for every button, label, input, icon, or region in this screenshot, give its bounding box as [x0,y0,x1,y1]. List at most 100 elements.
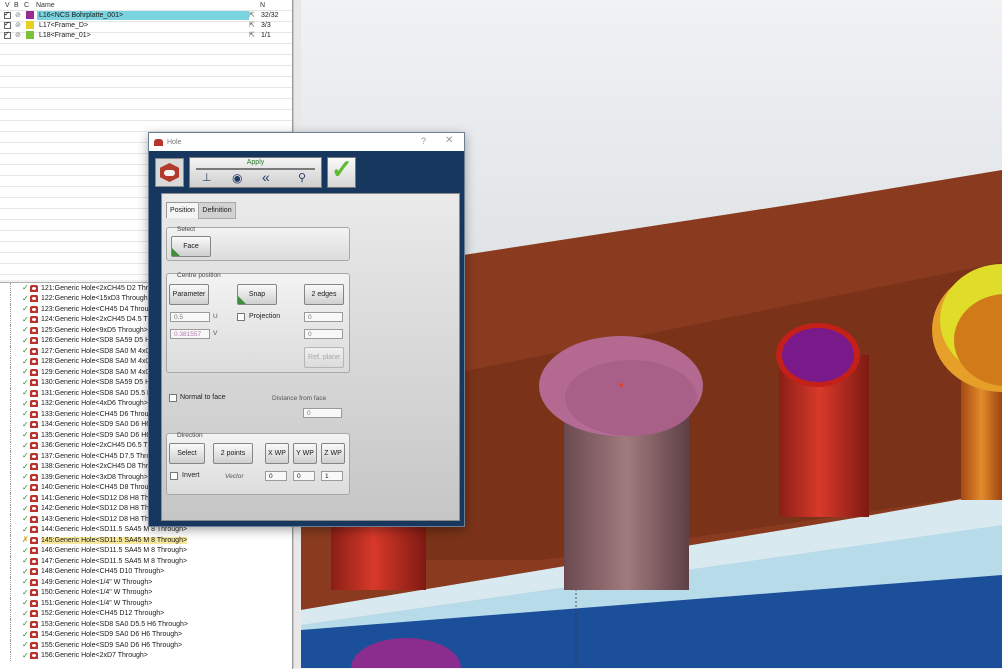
tree-connector [10,451,22,462]
z-wp-button[interactable]: Z WP [321,443,345,464]
tree-item-label: 150:Generic Hole<1/4" W Through> [41,589,153,597]
offset-field-a[interactable]: 0 [304,312,343,322]
direction-select-button[interactable]: Select [169,443,205,464]
vector-x-field[interactable]: 0 [265,471,287,481]
y-wp-button[interactable]: Y WP [293,443,317,464]
visible-checkbox[interactable] [4,20,11,29]
lock-icon[interactable]: ⊘ [15,22,23,29]
ok-check-icon: ✓ [22,461,29,471]
tree-item[interactable]: ✗ 145:Generic Hole<SD11.5 SA45 M 8 Throug… [0,535,292,546]
parameter-button[interactable]: Parameter [169,284,209,305]
tab-definition[interactable]: Definition [198,202,236,219]
layer-color-swatch[interactable] [26,21,34,29]
tab-position[interactable]: Position [166,202,199,218]
hole-feature-icon [30,389,38,397]
tree-item[interactable]: ✓ 153:Generic Hole<SD8 SA0 D5.5 H6 Throug… [0,619,292,630]
ok-button[interactable]: ✓ [327,154,356,188]
close-icon[interactable]: ✕ [445,135,453,146]
ref-plane-button[interactable]: Ref. plane [304,347,344,368]
face-button-label: Face [183,243,199,250]
hole-feature-icon [30,641,38,649]
two-edges-button[interactable]: 2 edges [304,284,344,305]
hole-feature-icon [30,484,38,492]
help-icon[interactable]: ? [421,136,426,146]
vector-y-field[interactable]: 0 [293,471,315,481]
distance-field[interactable]: 0 [303,408,342,418]
tree-item-label: 144:Generic Hole<SD11.5 SA45 M 8 Through… [41,526,188,534]
vector-z-field[interactable]: 1 [321,471,343,481]
hole-feature-icon [30,631,38,639]
hole-feature-icon [30,337,38,345]
tree-connector [10,304,22,315]
layer-color-swatch[interactable] [26,31,34,39]
distance-label: Distance from face [272,395,327,402]
tree-connector [10,367,22,378]
layer-row[interactable]: ⊘ L18<Frame_01> ⇱ 1/1 [0,30,292,40]
hole-feature-icon [30,305,38,313]
normal-to-face-checkbox[interactable] [169,394,177,402]
u-label: U [213,313,218,320]
hole-feature-icon [30,421,38,429]
select-group: Select Face [166,226,350,261]
tree-item[interactable]: ✓ 146:Generic Hole<SD11.5 SA45 M 8 Throug… [0,545,292,557]
tree-item[interactable]: ✓ 156:Generic Hole<2xD7 Through> [0,650,292,662]
tree-item[interactable]: ✓ 150:Generic Hole<1/4" W Through> [0,587,292,599]
preview-icon[interactable]: ◉ [232,171,242,185]
hole-feature-icon [30,463,38,471]
normal-to-face-label: Normal to face [180,394,226,401]
u-field[interactable]: 0.5 [170,312,210,322]
tree-item-label: 132:Generic Hole<4xD6 Through> [41,400,148,408]
x-wp-button[interactable]: X WP [265,443,289,464]
ok-check-icon: ✓ [22,367,29,377]
hole-feature-icon [30,568,38,576]
projection-checkbox[interactable] [237,313,245,321]
layer-color-swatch[interactable] [26,11,34,19]
tree-item[interactable]: ✓ 147:Generic Hole<SD11.5 SA45 M 8 Throug… [0,556,292,567]
ok-check-icon: ✓ [22,335,29,345]
tree-connector [10,283,22,294]
lock-icon[interactable]: ⊘ [15,12,23,19]
tree-item[interactable]: ✓ 155:Generic Hole<SD9 SA0 D6 H6 Through> [0,640,292,651]
ok-check-icon: ✓ [22,409,29,419]
z-wp-label: Z WP [324,450,342,457]
offset-field-b[interactable]: 0 [304,329,343,339]
tree-connector [10,356,22,367]
hole-feature-icon [30,536,38,544]
face-button[interactable]: Face [171,236,211,257]
hole-feature-icon [30,316,38,324]
tree-item[interactable]: ✓ 151:Generic Hole<1/4" W Through> [0,598,292,609]
tree-item-label: 156:Generic Hole<2xD7 Through> [41,652,148,660]
zoom-icon[interactable]: ⚲ [298,171,306,184]
tree-connector [10,346,22,357]
layer-list: ⊘L16<NCS Bohrplatte_001>⇱32/32⊘L17<Frame… [0,10,292,40]
layer-link-icon: ⇱ [249,12,255,19]
tree-connector [10,388,22,399]
tree-item[interactable]: ✓ 149:Generic Hole<1/4" W Through> [0,577,292,588]
dialog-titlebar[interactable]: Hole ? ✕ [149,133,464,151]
layer-link-icon: ⇱ [249,22,255,29]
visible-checkbox[interactable] [4,30,11,39]
tree-connector [10,419,22,430]
apply-toolbar[interactable]: Apply ⊥ ◉ « ⚲ [189,157,322,188]
snap-button[interactable]: Snap [237,284,277,305]
ok-check-icon: ✓ [22,398,29,408]
invert-checkbox[interactable] [170,472,178,480]
tree-item[interactable]: ✓ 154:Generic Hole<SD9 SA0 D6 H6 Through> [0,629,292,641]
back-icon[interactable]: « [262,169,270,185]
ok-check-icon: ✓ [22,356,29,366]
tree-connector [10,535,22,546]
direction-group-label: Direction [177,432,203,439]
tree-item[interactable]: ✓ 152:Generic Hole<CH45 D12 Through> [0,608,292,620]
layer-row[interactable]: ⊘ L17<Frame_D> ⇱ 3/3 [0,20,292,30]
ok-check-icon: ✓ [22,388,29,398]
lock-icon[interactable]: ⊘ [15,32,23,39]
tree-item[interactable]: ✓ 148:Generic Hole<CH45 D10 Through> [0,566,292,578]
tree-connector [10,293,22,304]
ok-check-icon: ✓ [22,283,29,293]
two-points-button[interactable]: 2 points [213,443,253,464]
visible-checkbox[interactable] [4,10,11,19]
ok-check-icon: ✓ [22,451,29,461]
pin-icon[interactable]: ⊥ [202,171,212,184]
v-field[interactable]: 0.381557 [170,329,210,339]
layer-row[interactable]: ⊘ L16<NCS Bohrplatte_001>⇱ 32/32 [0,10,292,20]
